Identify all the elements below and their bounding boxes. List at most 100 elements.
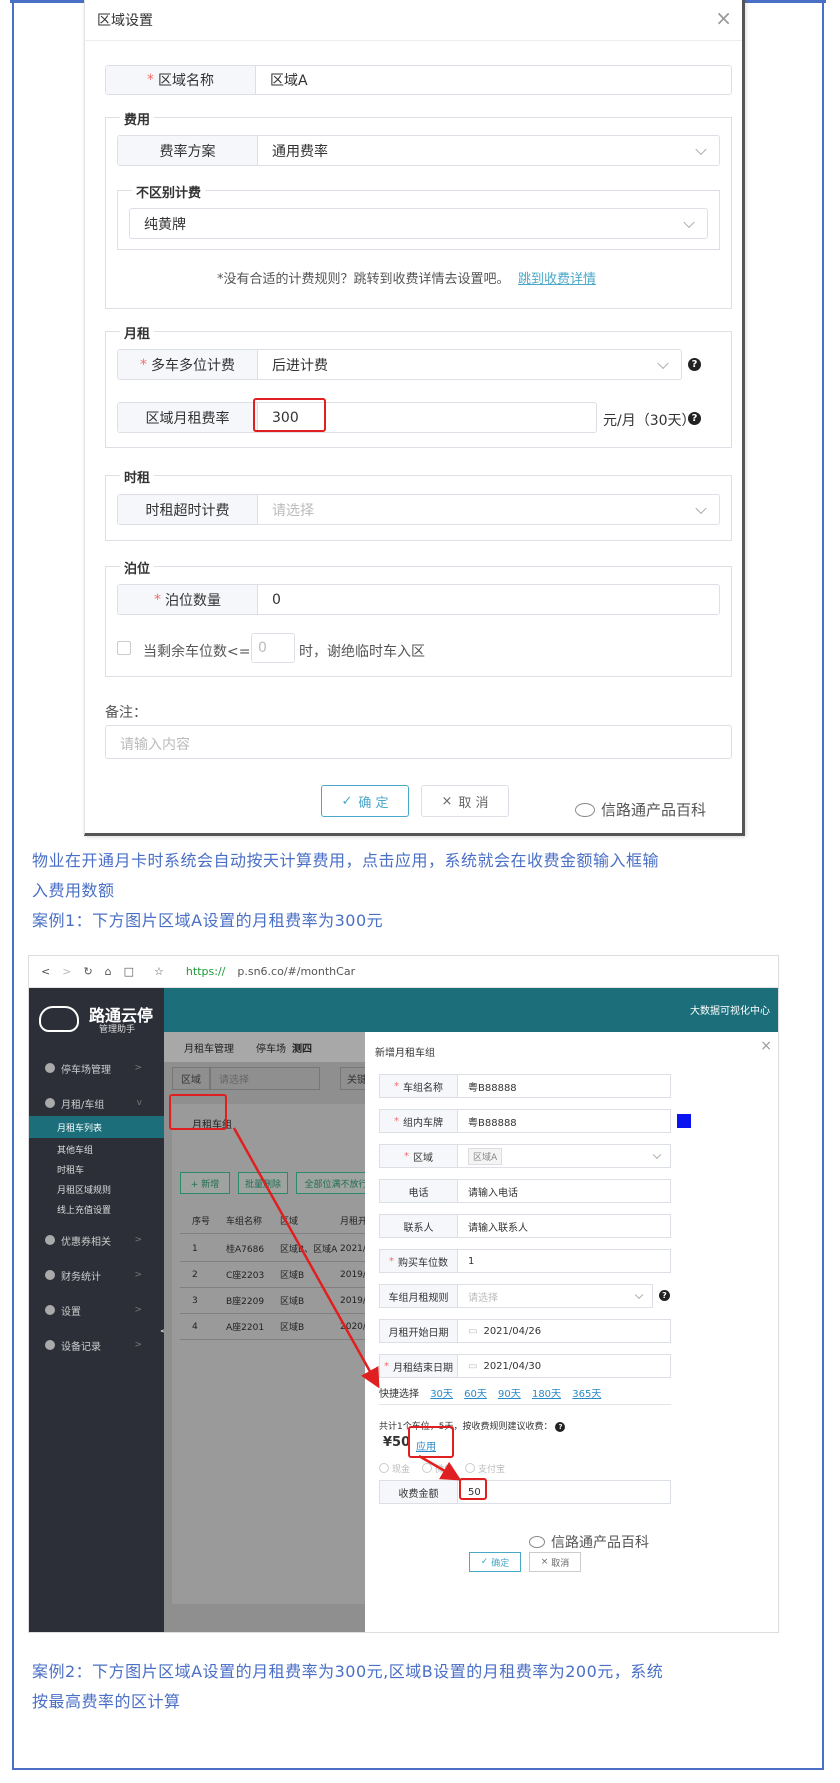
home-icon[interactable]: ⌂ xyxy=(105,965,112,978)
rule-select[interactable]: 车组月租规则 请选择 xyxy=(379,1284,653,1308)
watermark: 信路通产品百科 xyxy=(575,799,706,820)
watermark: 信路通产品百科 xyxy=(529,1532,649,1552)
dialog-title: 区域设置 xyxy=(97,13,153,29)
plate-color-swatch[interactable] xyxy=(677,1114,691,1128)
overtime-placeholder: 请选择 xyxy=(272,502,314,519)
back-icon[interactable]: < xyxy=(41,965,50,978)
pay-cash-radio[interactable]: 现金 xyxy=(379,1462,410,1475)
phone-input[interactable]: 请输入电话 xyxy=(458,1180,670,1202)
help-icon[interactable]: ? xyxy=(555,1422,566,1432)
add-button[interactable]: + 新增 xyxy=(180,1172,230,1194)
sidebar-sub-area-rules[interactable]: 月租区域规则 xyxy=(29,1178,164,1200)
chart-icon xyxy=(45,1270,55,1280)
calendar-icon: ▭ xyxy=(468,1325,478,1337)
sidebar-item-parking[interactable]: 停车场管理 > xyxy=(29,1056,164,1080)
area-name-input[interactable]: 区域A xyxy=(256,66,731,94)
end-date-field: * 月租结束日期 ▭ 2021/04/30 xyxy=(379,1354,671,1378)
apply-highlight-box xyxy=(408,1426,454,1458)
area-filter-label: 区域 xyxy=(172,1066,210,1090)
cancel-button[interactable]: × 取 消 xyxy=(421,785,509,817)
area-filter-select[interactable]: 请选择 xyxy=(210,1066,320,1090)
sidebar-sub-hourly[interactable]: 时租车 xyxy=(29,1158,164,1180)
sidebar-sub-online-recharge[interactable]: 线上充值设置 xyxy=(29,1198,164,1220)
fee-group-legend: 费用 xyxy=(120,109,155,128)
area-settings-dialog: 区域设置 × * 区域名称 区域A 费用 费率方案 通用费率 不区别计费 纯黄牌 … xyxy=(84,0,745,836)
chevron-down-icon xyxy=(695,502,707,514)
spaces-input[interactable]: 1 xyxy=(458,1250,670,1272)
fee-amount-input[interactable]: 50 xyxy=(458,1481,670,1503)
area-tag[interactable]: 区域A xyxy=(468,1147,503,1165)
pay-wechat-radio[interactable]: 微信 xyxy=(422,1462,453,1475)
start-date-input[interactable]: ▭ 2021/04/26 xyxy=(458,1320,670,1342)
group-name-field: * 车组名称 粤B88888 xyxy=(379,1074,671,1098)
remain-input[interactable]: 0 xyxy=(251,633,295,663)
rate-label: 区域月租费率 xyxy=(118,403,258,432)
check-icon: ✓ xyxy=(480,1557,489,1567)
sidebar-item-coupons[interactable]: 优惠券相关 > xyxy=(29,1228,164,1252)
logo: 路通云停 管理助手 xyxy=(39,1000,164,1040)
calendar-icon: ▭ xyxy=(468,1360,478,1372)
car-icon xyxy=(45,1098,55,1108)
quick-30-days[interactable]: 30天 xyxy=(430,1389,453,1400)
overtime-select[interactable]: 时租超时计费 请选择 xyxy=(117,494,720,525)
reader-icon[interactable]: □ xyxy=(124,965,134,978)
sidebar-sub-other-groups[interactable]: 其他车组 xyxy=(29,1138,164,1160)
help-icon[interactable]: ? xyxy=(688,358,701,371)
end-date-input[interactable]: ▭ 2021/04/30 xyxy=(458,1355,670,1377)
chevron-down-icon: v xyxy=(136,1098,142,1108)
close-icon[interactable]: × xyxy=(715,6,732,30)
multi-car-label: 多车多位计费 xyxy=(151,357,235,374)
spaces-field: * 购买车位数 1 xyxy=(379,1249,671,1273)
sidebar-sub-month-list[interactable]: 月租车列表 xyxy=(29,1116,164,1138)
contact-input[interactable]: 请输入联系人 xyxy=(458,1215,670,1237)
chevron-down-icon xyxy=(652,1150,662,1160)
fee-plan-value: 通用费率 xyxy=(272,143,328,160)
remain-suffix: 时，谢绝临时车入区 xyxy=(299,644,425,660)
divider xyxy=(379,1404,671,1405)
group-name-input[interactable]: 粤B88888 xyxy=(458,1075,670,1097)
sidebar-item-device-log[interactable]: 设备记录 > xyxy=(29,1333,164,1357)
sidebar-item-settings[interactable]: 设置 > xyxy=(29,1298,164,1322)
quick-365-days[interactable]: 365天 xyxy=(572,1389,601,1400)
sidebar-item-finance[interactable]: 财务统计 > xyxy=(29,1263,164,1287)
quick-180-days[interactable]: 180天 xyxy=(532,1389,561,1400)
chevron-down-icon xyxy=(657,357,669,369)
batch-delete-button[interactable]: 批量删除 xyxy=(238,1172,288,1194)
chevron-right-icon: > xyxy=(134,1340,142,1350)
quick-60-days[interactable]: 60天 xyxy=(464,1389,487,1400)
multi-car-select[interactable]: * 多车多位计费 后进计费 xyxy=(117,349,682,380)
chevron-right-icon: > xyxy=(134,1063,142,1073)
fee-plan-select[interactable]: 费率方案 通用费率 xyxy=(117,135,720,166)
help-icon[interactable]: ? xyxy=(659,1290,670,1301)
forward-icon[interactable]: > xyxy=(62,965,71,978)
ok-button[interactable]: ✓ 确 定 xyxy=(321,785,409,817)
reload-icon[interactable]: ↻ xyxy=(83,965,92,978)
lot-value[interactable]: 测四 xyxy=(292,1040,312,1055)
remain-prefix: 当剩余车位数<= xyxy=(143,644,251,660)
fee-hint: *没有合适的计费规则？跳转到收费详情去设置吧。 xyxy=(217,272,510,287)
sidebar-item-monthly[interactable]: 月租/车组 v xyxy=(29,1091,164,1115)
full-block-button[interactable]: 全部位满不放行 xyxy=(296,1172,376,1194)
fee-detail-link[interactable]: 跳到收费详情 xyxy=(518,268,596,287)
highlight-box xyxy=(253,398,326,432)
pay-alipay-radio[interactable]: 支付宝 xyxy=(465,1462,505,1475)
no-diff-select[interactable]: 纯黄牌 xyxy=(129,208,708,239)
url-bar[interactable]: https://p.sn6.co/#/monthCar xyxy=(174,965,355,978)
quick-90-days[interactable]: 90天 xyxy=(498,1389,521,1400)
gear-icon xyxy=(45,1305,55,1315)
fee-suggestion: 共计1个车位，5天，按收费规则建议收费：? xyxy=(379,1419,566,1432)
ok-button[interactable]: ✓ 确定 xyxy=(469,1552,521,1572)
cloud-logo-icon xyxy=(39,1006,79,1032)
cancel-button[interactable]: × 取消 xyxy=(529,1552,581,1572)
close-icon[interactable]: × xyxy=(760,1038,772,1054)
close-icon: × xyxy=(441,793,453,809)
plate-input[interactable]: 粤B88888 xyxy=(458,1110,670,1132)
star-icon[interactable]: ☆ xyxy=(154,965,164,978)
berth-count-input[interactable]: 0 xyxy=(258,585,719,614)
help-icon[interactable]: ? xyxy=(688,412,701,425)
chevron-right-icon: > xyxy=(134,1270,142,1280)
area-select[interactable]: * 区域 区域A xyxy=(379,1144,671,1168)
bigdata-link[interactable]: 大数据可视化中心 xyxy=(690,1002,770,1017)
remark-textarea[interactable]: 请输入内容 xyxy=(105,725,732,759)
remain-checkbox[interactable] xyxy=(117,641,131,655)
